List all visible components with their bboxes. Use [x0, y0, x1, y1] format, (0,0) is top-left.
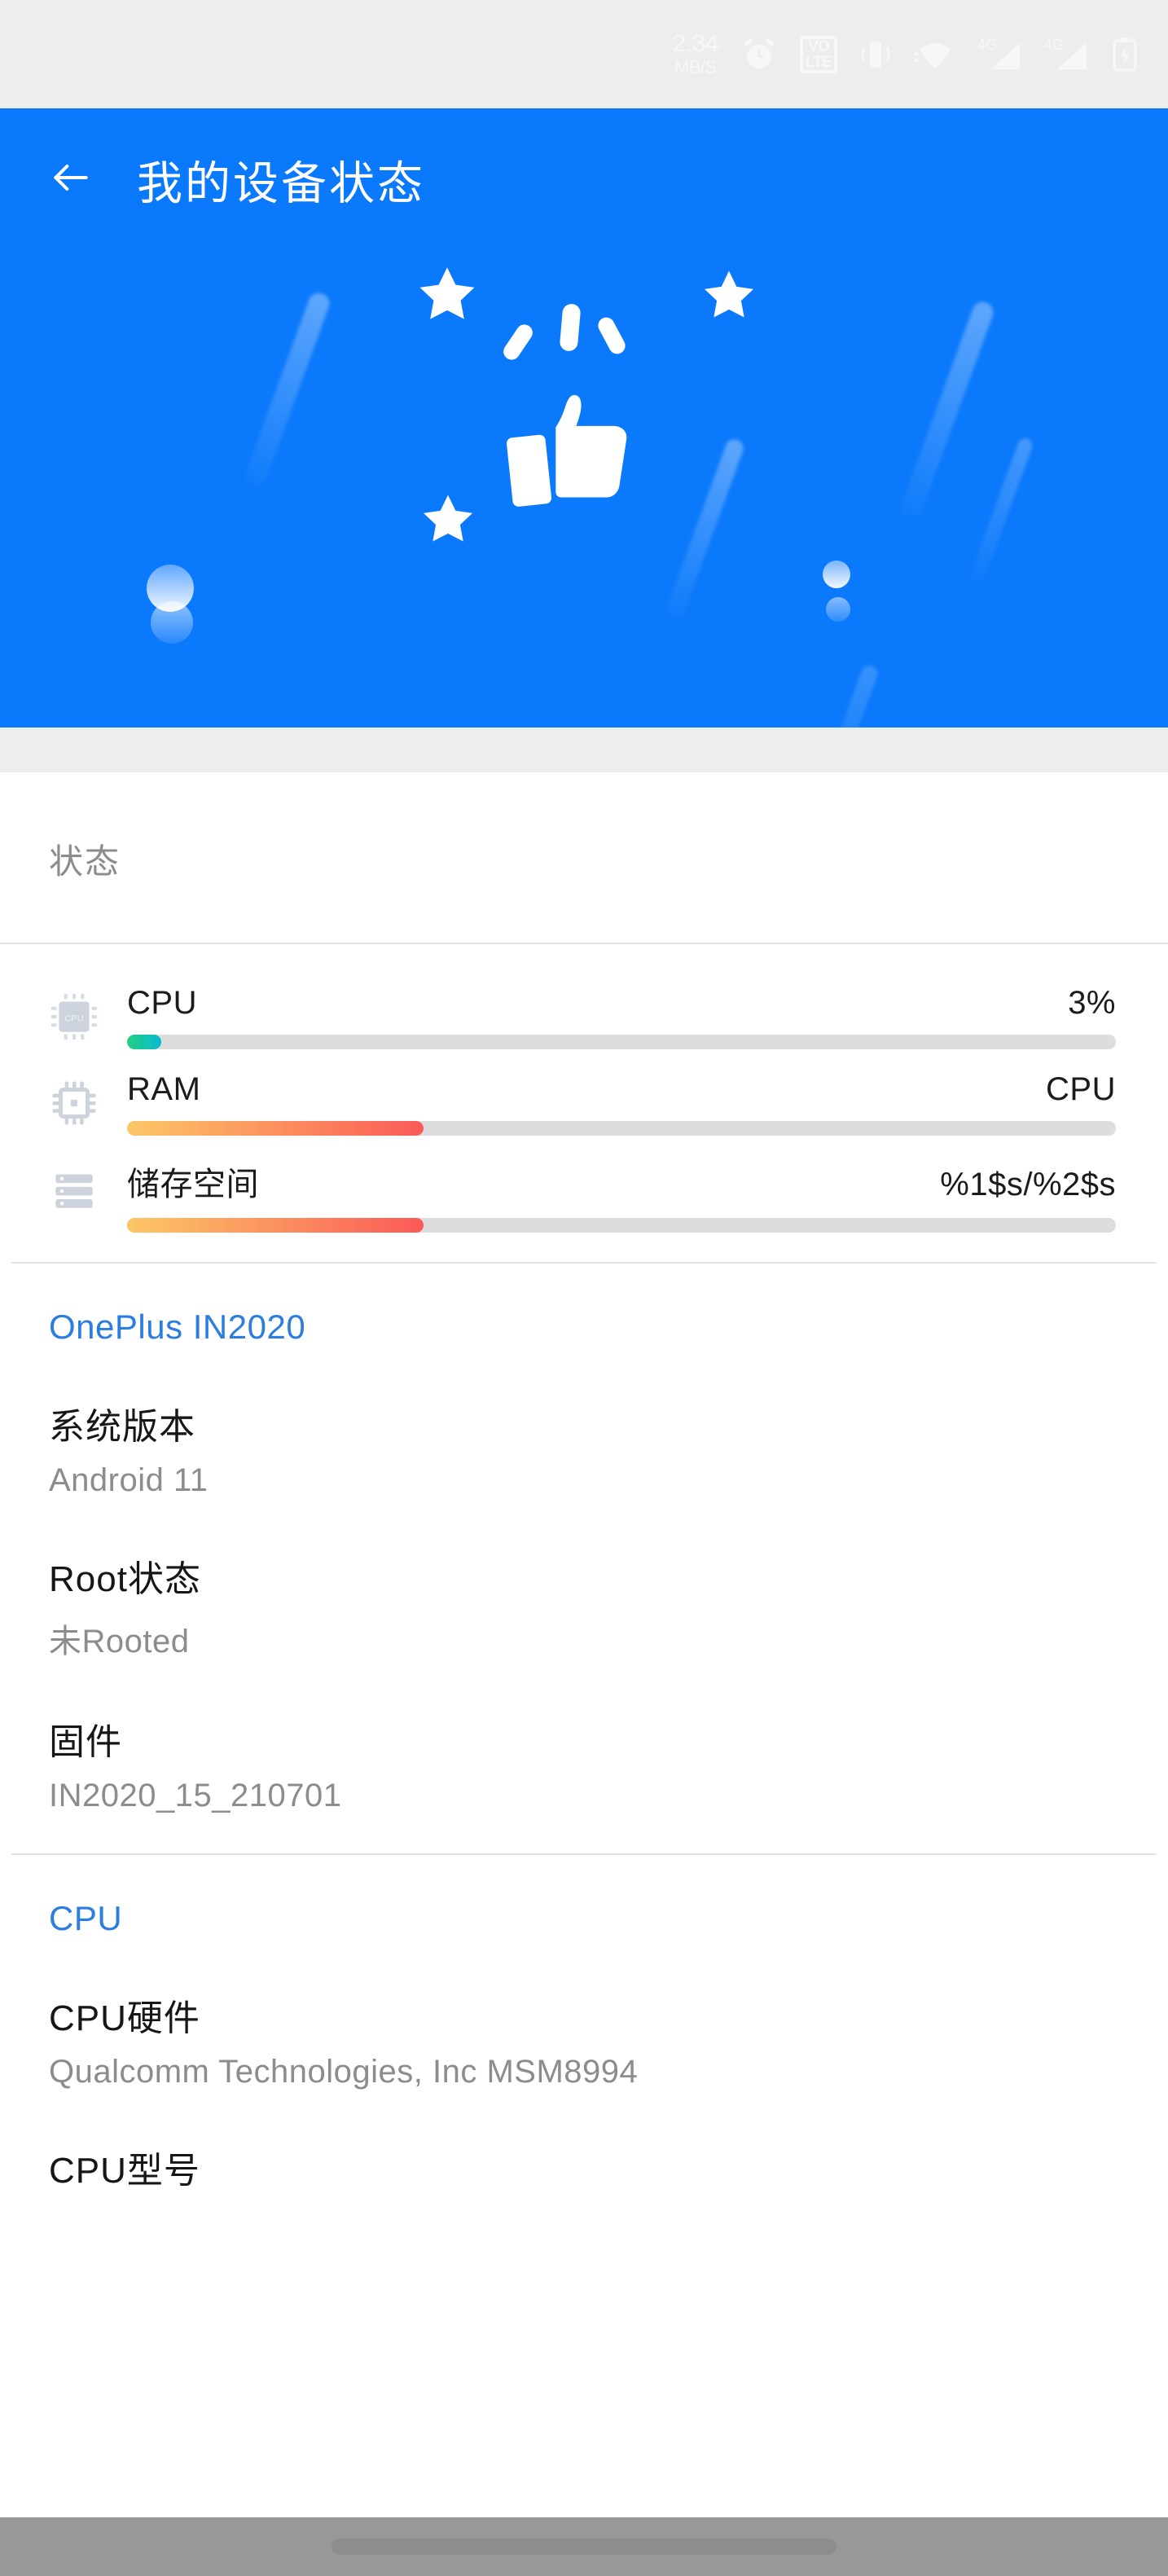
optimization-illustration — [0, 247, 1168, 597]
network-speed-value: 2.34 — [672, 30, 719, 57]
cpu-chip-icon: CPU — [39, 985, 109, 1055]
meter-value-cpu: 3% — [1068, 985, 1116, 1021]
volte-bottom-label: LTE — [806, 53, 832, 71]
meter-label-ram: RAM — [127, 1071, 201, 1107]
signal-sim1-icon: 4G — [977, 35, 1023, 74]
meter-body-cpu: CPU 3% — [109, 985, 1129, 1049]
meter-value-storage: %1$s/%2$s — [940, 1167, 1116, 1202]
meter-list: CPU CPU 3% RAM CPU 储存空间 %1$s/%2$s — [0, 944, 1168, 1262]
back-arrow-icon — [48, 155, 94, 204]
page-title: 我的设备状态 — [137, 157, 425, 209]
info-key-cpu-model: CPU型号 — [49, 2151, 200, 2191]
device-status-screen: 2.34 MB/S VO LTE 4G 4G 我的设备状态 状态 CPU CPU… — [0, 0, 1168, 2576]
meter-row-cpu[interactable]: CPU CPU 3% — [0, 977, 1168, 1063]
info-key-system-version: 系统版本 — [49, 1407, 195, 1447]
star-icon-bottom-left — [419, 491, 476, 552]
meter-bar-fill-cpu — [127, 1035, 162, 1049]
section-gap — [0, 728, 1168, 772]
content-area: 状态 CPU CPU 3% RAM CPU 储存空间 %1$s/%2$s One… — [0, 772, 1168, 2232]
meter-body-storage: 储存空间 %1$s/%2$s — [109, 1158, 1129, 1233]
decor-dot-left-bottom — [151, 601, 193, 644]
cpu-info-section: CPU CPU硬件 Qualcomm Technologies, Inc MSM… — [0, 1855, 1168, 2232]
info-key-cpu-hardware: CPU硬件 — [49, 1998, 200, 2038]
info-value-firmware: IN2020_15_210701 — [49, 1778, 342, 1813]
alarm-clock-icon — [740, 35, 779, 74]
meter-label-storage: 储存空间 — [127, 1167, 259, 1202]
battery-charging-icon — [1111, 35, 1139, 74]
volte-icon: VO LTE — [800, 35, 837, 73]
device-info-section: OnePlus IN2020 系统版本 Android 11 Root状态 未R… — [0, 1264, 1168, 1853]
info-value-cpu-hardware: Qualcomm Technologies, Inc MSM8994 — [49, 2054, 639, 2090]
sparkle-center — [559, 303, 582, 352]
ram-chip-icon — [39, 1071, 109, 1141]
decor-streak-under-text — [822, 663, 880, 728]
hero-banner: 我的设备状态 — [0, 108, 1168, 728]
thumbs-up-icon — [497, 381, 643, 524]
status-section-title: 状态 — [49, 842, 121, 881]
status-bar: 2.34 MB/S VO LTE 4G 4G — [0, 0, 1168, 108]
network-speed-indicator: 2.34 MB/S — [672, 30, 719, 77]
info-value-system-version: Android 11 — [49, 1462, 209, 1498]
meter-bar-cpu — [127, 1035, 1116, 1049]
info-item-root-status[interactable]: Root状态 未Rooted — [49, 1550, 1119, 1662]
signal-sim2-icon: 4G — [1044, 35, 1090, 74]
cpu-group-title[interactable]: CPU — [49, 1899, 1119, 1938]
svg-text:4G: 4G — [1044, 37, 1064, 53]
meter-body-ram: RAM CPU — [109, 1071, 1129, 1136]
volte-top-label: VO — [808, 37, 829, 55]
meter-row-ram[interactable]: RAM CPU — [0, 1063, 1168, 1150]
sparkle-right — [595, 314, 629, 357]
meter-row-storage[interactable]: 储存空间 %1$s/%2$s — [0, 1150, 1168, 1241]
info-key-firmware: 固件 — [49, 1722, 122, 1762]
wifi-icon — [914, 35, 956, 74]
info-value-root-status: 未Rooted — [49, 1624, 190, 1659]
info-item-firmware[interactable]: 固件 IN2020_15_210701 — [49, 1712, 1119, 1814]
meter-bar-fill-ram — [127, 1121, 424, 1136]
network-speed-unit: MB/S — [674, 57, 717, 77]
meter-bar-fill-storage — [127, 1218, 424, 1233]
storage-icon — [39, 1158, 109, 1228]
meter-label-cpu: CPU — [127, 985, 197, 1021]
system-navigation-bar — [0, 2517, 1168, 2576]
info-item-cpu-model[interactable]: CPU型号 — [49, 2141, 1119, 2193]
star-icon-top-right — [700, 267, 757, 328]
back-button[interactable] — [42, 152, 99, 209]
info-item-cpu-hardware[interactable]: CPU硬件 Qualcomm Technologies, Inc MSM8994 — [49, 1989, 1119, 2090]
info-item-system-version[interactable]: 系统版本 Android 11 — [49, 1397, 1119, 1499]
svg-text:CPU: CPU — [64, 1013, 84, 1023]
vibrate-icon — [858, 35, 893, 74]
app-bar: 我的设备状态 — [0, 108, 1168, 251]
device-group-title[interactable]: OnePlus IN2020 — [49, 1308, 1119, 1347]
svg-text:4G: 4G — [977, 37, 997, 53]
home-gesture-pill[interactable] — [332, 2539, 836, 2555]
star-icon-top-left — [415, 263, 479, 331]
meter-bar-ram — [127, 1121, 1116, 1136]
info-key-root-status: Root状态 — [49, 1559, 201, 1599]
meter-bar-storage — [127, 1218, 1116, 1233]
sparkle-left — [500, 321, 536, 363]
decor-dot-right-bottom — [826, 597, 850, 622]
meter-value-ram: CPU — [1046, 1071, 1116, 1107]
